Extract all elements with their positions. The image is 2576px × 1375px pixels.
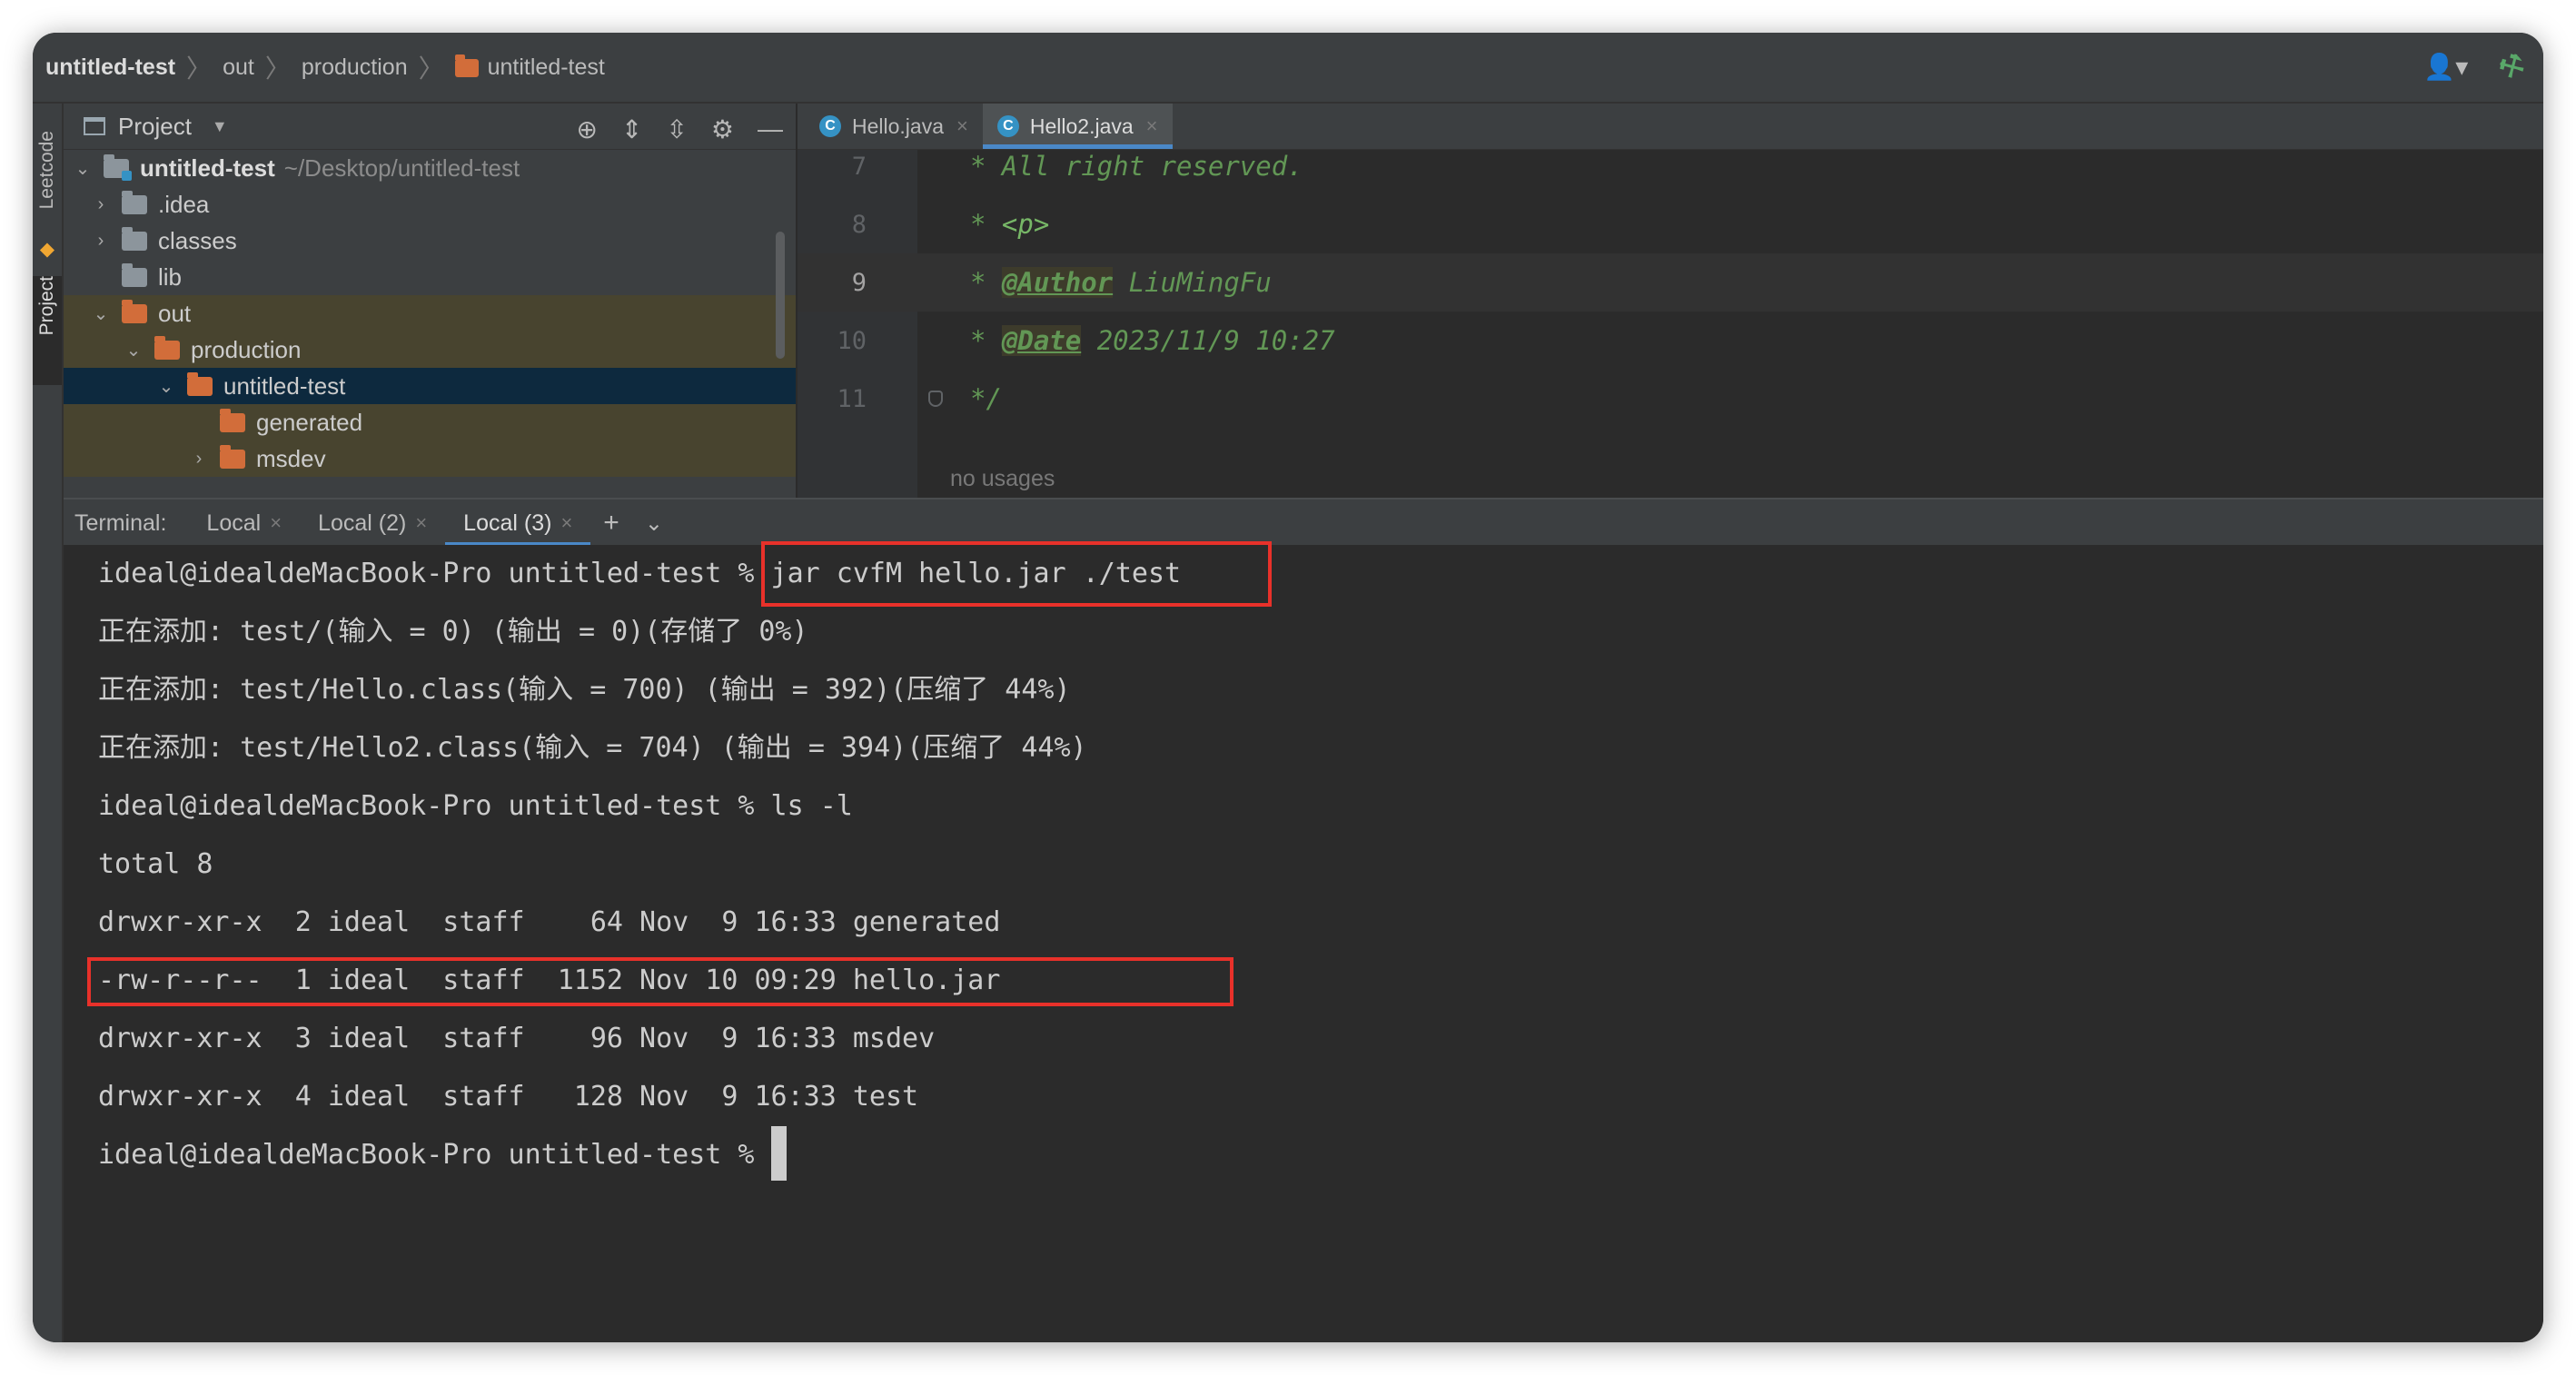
- code-line[interactable]: 11 */: [798, 370, 2543, 428]
- leetcode-icon: ◆: [39, 239, 55, 260]
- no-usages-hint: no usages: [950, 466, 1055, 491]
- tab-hello2-java[interactable]: C Hello2.java ×: [982, 104, 1173, 149]
- tree-item-out[interactable]: ⌄ out: [64, 295, 796, 331]
- terminal-line: ideal@idealdeMacBook-Pro untitled-test %…: [98, 558, 1182, 589]
- terminal-line: drwxr-xr-x 4 ideal staff 128 Nov 9 16:33…: [98, 1081, 919, 1113]
- terminal-label: Terminal:: [74, 509, 167, 536]
- chevron-down-icon[interactable]: ⌄: [632, 500, 676, 547]
- tree-item-lib[interactable]: › lib: [64, 259, 796, 295]
- tree-item-idea[interactable]: › .idea: [64, 186, 796, 223]
- excluded-folder-icon: [220, 408, 245, 432]
- code-line-current[interactable]: 9 * @Author LiuMingFu: [798, 253, 2543, 312]
- java-class-icon: C: [819, 115, 841, 137]
- code-line[interactable]: 8 * <p>: [798, 195, 2543, 253]
- chevron-down-icon[interactable]: ⌄: [91, 302, 111, 325]
- left-tool-strip: Leetcode ◆ Project: [33, 104, 64, 1342]
- user-account-icon[interactable]: 👤▾: [2423, 52, 2468, 82]
- terminal-line: drwxr-xr-x 3 ideal staff 96 Nov 9 16:33 …: [98, 1023, 936, 1054]
- project-header: Project ▼ ⊕ ⇕ ⇳ ⚙ —: [64, 104, 796, 150]
- java-class-icon: C: [996, 115, 1019, 137]
- breadcrumb-untitled-test[interactable]: untitled-test: [454, 54, 605, 81]
- tree-item-production[interactable]: ⌄ production: [64, 331, 796, 368]
- folder-icon: [122, 226, 147, 251]
- terminal-output[interactable]: ideal@idealdeMacBook-Pro untitled-test %…: [64, 541, 2543, 1342]
- tree-item-untitled-test[interactable]: ⌄ untitled-test: [64, 368, 796, 404]
- tab-hello-java[interactable]: C Hello.java ×: [805, 104, 983, 149]
- folder-icon: [454, 54, 479, 77]
- leetcode-tool-button[interactable]: Leetcode: [33, 131, 62, 240]
- folder-icon: [122, 262, 147, 287]
- collapse-all-icon[interactable]: ⇳: [666, 114, 687, 144]
- code-line[interactable]: 7 * All right reserved.: [798, 150, 2543, 195]
- terminal-line: drwxr-xr-x 2 ideal staff 64 Nov 9 16:33 …: [98, 906, 1001, 938]
- tab-terminal-local-3[interactable]: Local (3) ×: [445, 500, 591, 547]
- breadcrumb-project[interactable]: untitled-test: [45, 54, 175, 81]
- project-tool-window: Project ▼ ⊕ ⇕ ⇳ ⚙ — ⌄ untitled-test ~/De…: [64, 104, 796, 498]
- excluded-folder-icon: [154, 335, 180, 360]
- folder-icon: [122, 190, 147, 214]
- navigation-bar: untitled-test 〉 out 〉 production 〉 untit…: [33, 33, 2543, 104]
- project-view-selector[interactable]: Project: [118, 113, 192, 141]
- terminal-line: -rw-r--r-- 1 ideal staff 1152 Nov 10 09:…: [98, 964, 1001, 996]
- breadcrumb-separator-icon: 〉: [418, 54, 444, 83]
- code-editor[interactable]: 7 * All right reserved. 8 * <p> 9 * @Aut…: [798, 150, 2543, 499]
- tree-item-msdev[interactable]: › msdev: [64, 440, 796, 477]
- chevron-down-icon[interactable]: ⌄: [124, 339, 144, 361]
- breadcrumb-out[interactable]: out: [223, 54, 254, 81]
- chevron-right-icon[interactable]: ›: [91, 194, 111, 215]
- minimize-icon[interactable]: —: [758, 114, 783, 144]
- ide-window: untitled-test 〉 out 〉 production 〉 untit…: [33, 33, 2543, 1342]
- excluded-folder-icon: [220, 444, 245, 469]
- excluded-folder-icon: [187, 371, 213, 396]
- breadcrumb-separator-icon: 〉: [186, 54, 213, 83]
- code-line[interactable]: 10 * @Date 2023/11/9 10:27: [798, 312, 2543, 370]
- new-terminal-plus-icon[interactable]: +: [590, 500, 632, 547]
- chevron-down-icon[interactable]: ▼: [212, 117, 228, 136]
- locate-file-icon[interactable]: ⊕: [576, 114, 597, 144]
- tree-item-classes[interactable]: › classes: [64, 223, 796, 259]
- expand-all-icon[interactable]: ⇕: [621, 114, 642, 144]
- terminal-command: jar cvfM hello.jar ./test: [770, 558, 1182, 589]
- breadcrumb-separator-icon: 〉: [264, 54, 291, 83]
- terminal-cursor: [770, 1125, 787, 1181]
- terminal-line: 正在添加: test/(输入 = 0) (输出 = 0)(存储了 0%): [98, 616, 808, 648]
- chevron-down-icon[interactable]: ⌄: [73, 157, 93, 180]
- terminal-tab-bar: Terminal: Local × Local (2) × Local (3) …: [64, 498, 2543, 547]
- tree-item-generated[interactable]: › generated: [64, 404, 796, 440]
- project-scrollbar[interactable]: [776, 232, 785, 359]
- terminal-line: total 8: [98, 848, 213, 880]
- fold-marker-icon[interactable]: [928, 391, 943, 407]
- excluded-folder-icon: [122, 299, 147, 323]
- project-window-icon: [84, 117, 105, 135]
- editor-tabs: C Hello.java × C Hello2.java ×: [798, 104, 2543, 150]
- close-icon[interactable]: ×: [956, 114, 968, 138]
- tab-terminal-local-2[interactable]: Local (2) ×: [300, 500, 445, 547]
- project-tree: ⌄ untitled-test ~/Desktop/untitled-test …: [64, 150, 796, 477]
- project-tool-button[interactable]: Project: [33, 276, 62, 385]
- terminal-line: 正在添加: test/Hello2.class(输入 = 704) (输出 = …: [98, 732, 1087, 764]
- tree-item-root[interactable]: ⌄ untitled-test ~/Desktop/untitled-test: [64, 150, 796, 186]
- chevron-down-icon[interactable]: ⌄: [156, 375, 176, 398]
- tab-terminal-local[interactable]: Local ×: [188, 500, 300, 547]
- close-icon[interactable]: ×: [1146, 114, 1158, 138]
- chevron-right-icon[interactable]: ›: [91, 231, 111, 252]
- module-folder-icon: [104, 153, 132, 181]
- build-hammer-icon[interactable]: ⚒: [2492, 45, 2532, 87]
- close-icon[interactable]: ×: [415, 511, 427, 535]
- terminal-line: ideal@idealdeMacBook-Pro untitled-test %…: [98, 790, 853, 822]
- breadcrumb-production[interactable]: production: [302, 54, 408, 81]
- close-icon[interactable]: ×: [270, 511, 282, 535]
- close-icon[interactable]: ×: [560, 511, 572, 535]
- gear-icon[interactable]: ⚙: [711, 114, 734, 144]
- terminal-line: 正在添加: test/Hello.class(输入 = 700) (输出 = 3…: [98, 674, 1071, 706]
- terminal-prompt-line[interactable]: ideal@idealdeMacBook-Pro untitled-test %: [98, 1125, 787, 1184]
- editor-pane: C Hello.java × C Hello2.java × 7 * All r…: [798, 104, 2543, 499]
- chevron-right-icon[interactable]: ›: [189, 449, 209, 470]
